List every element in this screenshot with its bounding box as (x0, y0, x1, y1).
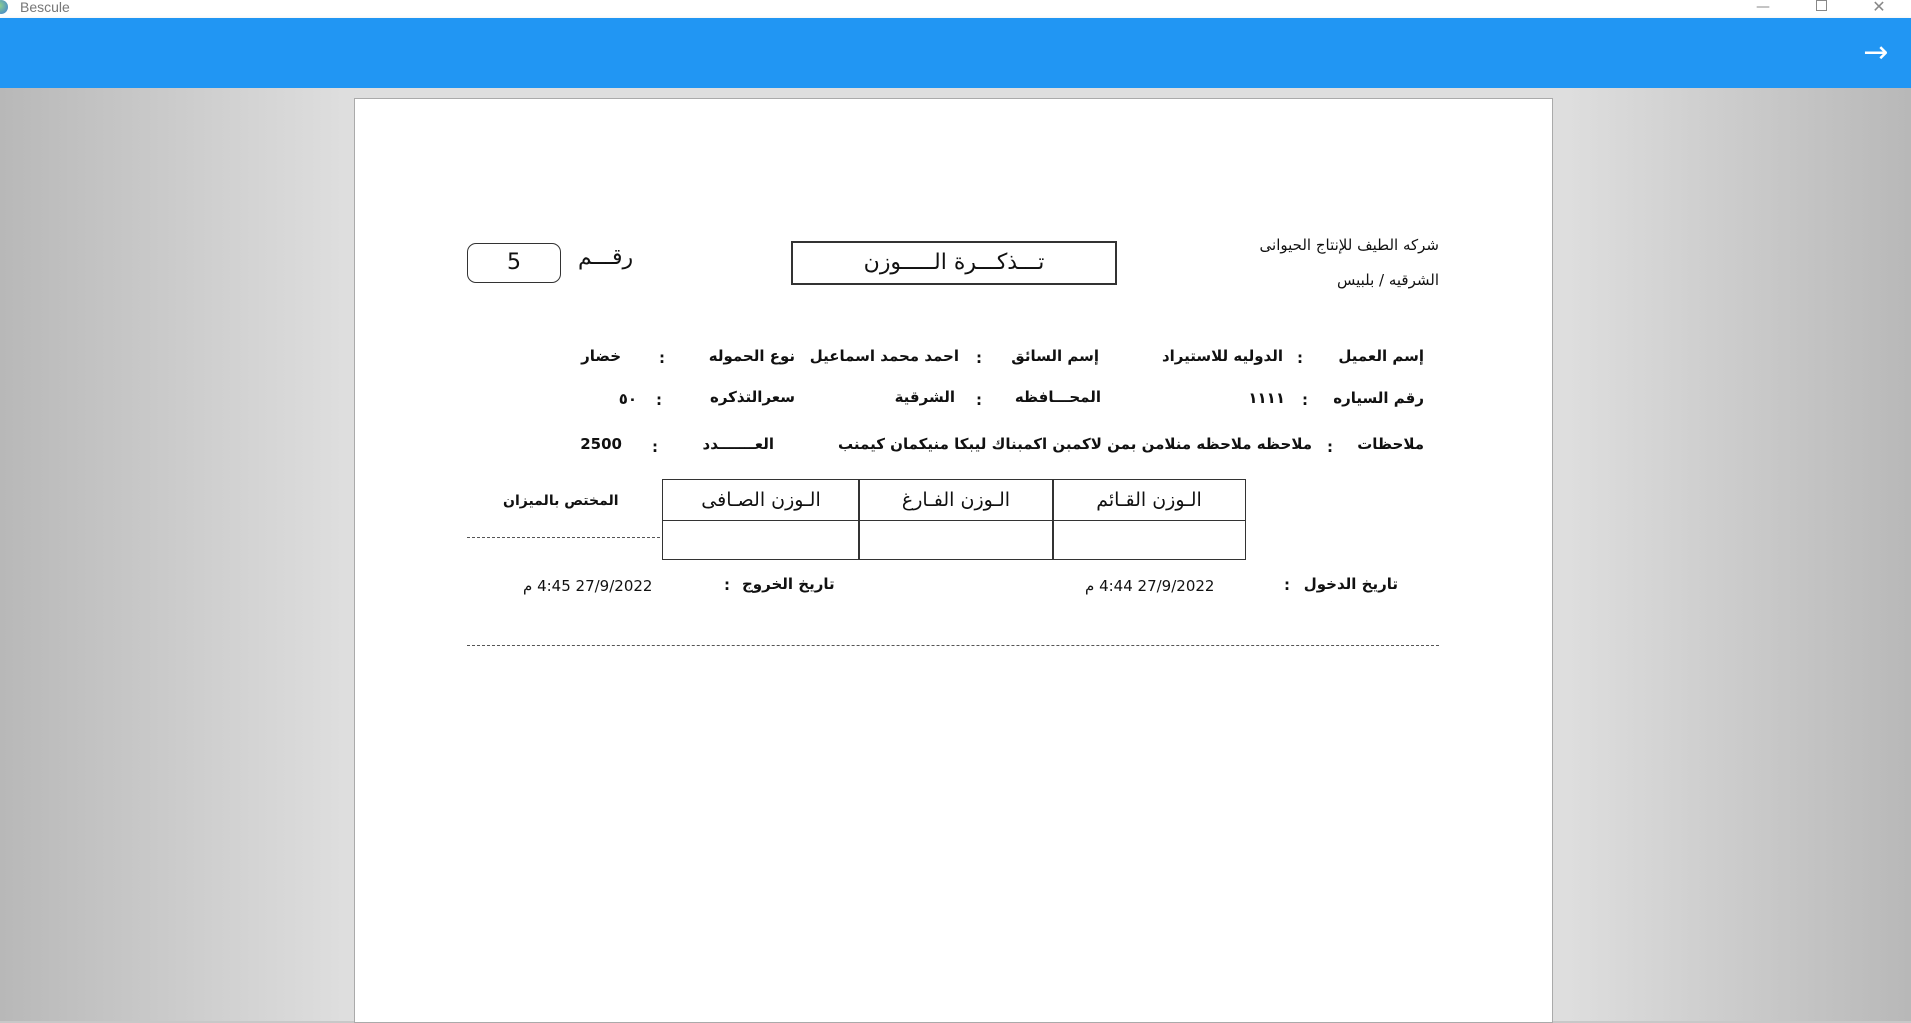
company-name: شركه الطيف للإنتاج الحيوانى (1259, 236, 1439, 254)
count-value: 2500 (580, 435, 622, 453)
driver-value: احمد محمد اسماعيل (809, 347, 959, 365)
net-weight-value (662, 520, 860, 560)
forward-arrow-icon[interactable]: → (1857, 34, 1895, 72)
notes-label: ملاحظات (1357, 435, 1424, 453)
ticket-price-colon: : (656, 391, 662, 409)
ticket-number-value: 5 (467, 243, 561, 283)
page-separator (467, 645, 1439, 646)
company-location: الشرقيه / بلبيس (1336, 271, 1439, 289)
report-viewer[interactable]: شركه الطيف للإنتاج الحيوانى الشرقيه / بل… (0, 88, 1911, 1023)
customer-value: الدوليه للاستيراد (1161, 347, 1283, 365)
driver-colon: : (976, 349, 982, 367)
governorate-label: المحـــافظه (1014, 388, 1101, 406)
count-colon: : (652, 438, 658, 456)
governorate-colon: : (976, 391, 982, 409)
ticket-price-value: ٥٠ (618, 390, 637, 408)
empty-weight-value (858, 520, 1054, 560)
signature-line (467, 537, 660, 538)
car-number-colon: : (1302, 391, 1308, 409)
report-page: شركه الطيف للإنتاج الحيوانى الشرقيه / بل… (354, 98, 1553, 1023)
window-title: Bescule (20, 0, 70, 15)
gross-weight-header: الـوزن القـائم (1052, 479, 1246, 521)
ticket-title: تـــذكـــرة الـــــوزن (791, 241, 1117, 285)
customer-colon: : (1297, 349, 1303, 367)
car-number-value: ١١١١ (1248, 389, 1285, 407)
notes-colon: : (1327, 438, 1333, 456)
window-titlebar: Bescule — ✕ (0, 0, 1911, 19)
entry-date-colon: : (1284, 576, 1290, 594)
cargo-type-colon: : (659, 349, 665, 367)
empty-weight-header: الـوزن الفـارغ (858, 479, 1054, 521)
net-weight-header: الـوزن الصـافى (662, 479, 860, 521)
app-icon (0, 0, 8, 14)
close-icon[interactable]: ✕ (1856, 0, 1902, 18)
cargo-type-label: نوع الحموله (708, 347, 795, 365)
exit-date-colon: : (724, 576, 730, 594)
entry-date-label: تاريخ الدخول (1303, 575, 1398, 593)
scale-officer-label: المختص بالميزان (503, 493, 619, 509)
exit-date-value: 27/9/2022 4:45 م (523, 577, 653, 595)
maximize-icon[interactable] (1798, 0, 1844, 18)
count-label: العـــــــدد (702, 435, 775, 453)
exit-date-label: تاريخ الخروج (742, 575, 835, 593)
ticket-number-label: رقـــم (578, 245, 634, 270)
car-number-label: رقم السياره (1333, 389, 1424, 407)
ticket-price-label: سعرالتذكره (709, 388, 795, 406)
governorate-value: الشرقية (894, 388, 955, 406)
customer-label: إسم العميل (1338, 347, 1424, 365)
app-bar: → (0, 18, 1911, 88)
cargo-type-value: خضار (581, 347, 621, 365)
gross-weight-value (1052, 520, 1246, 560)
driver-label: إسم السائق (1011, 347, 1099, 365)
entry-date-value: 27/9/2022 4:44 م (1085, 577, 1215, 595)
notes-value: ملاحظه ملاحظه منلامن بمن لاكمبن اكمبناك … (838, 435, 1312, 453)
minimize-icon[interactable]: — (1740, 0, 1786, 18)
